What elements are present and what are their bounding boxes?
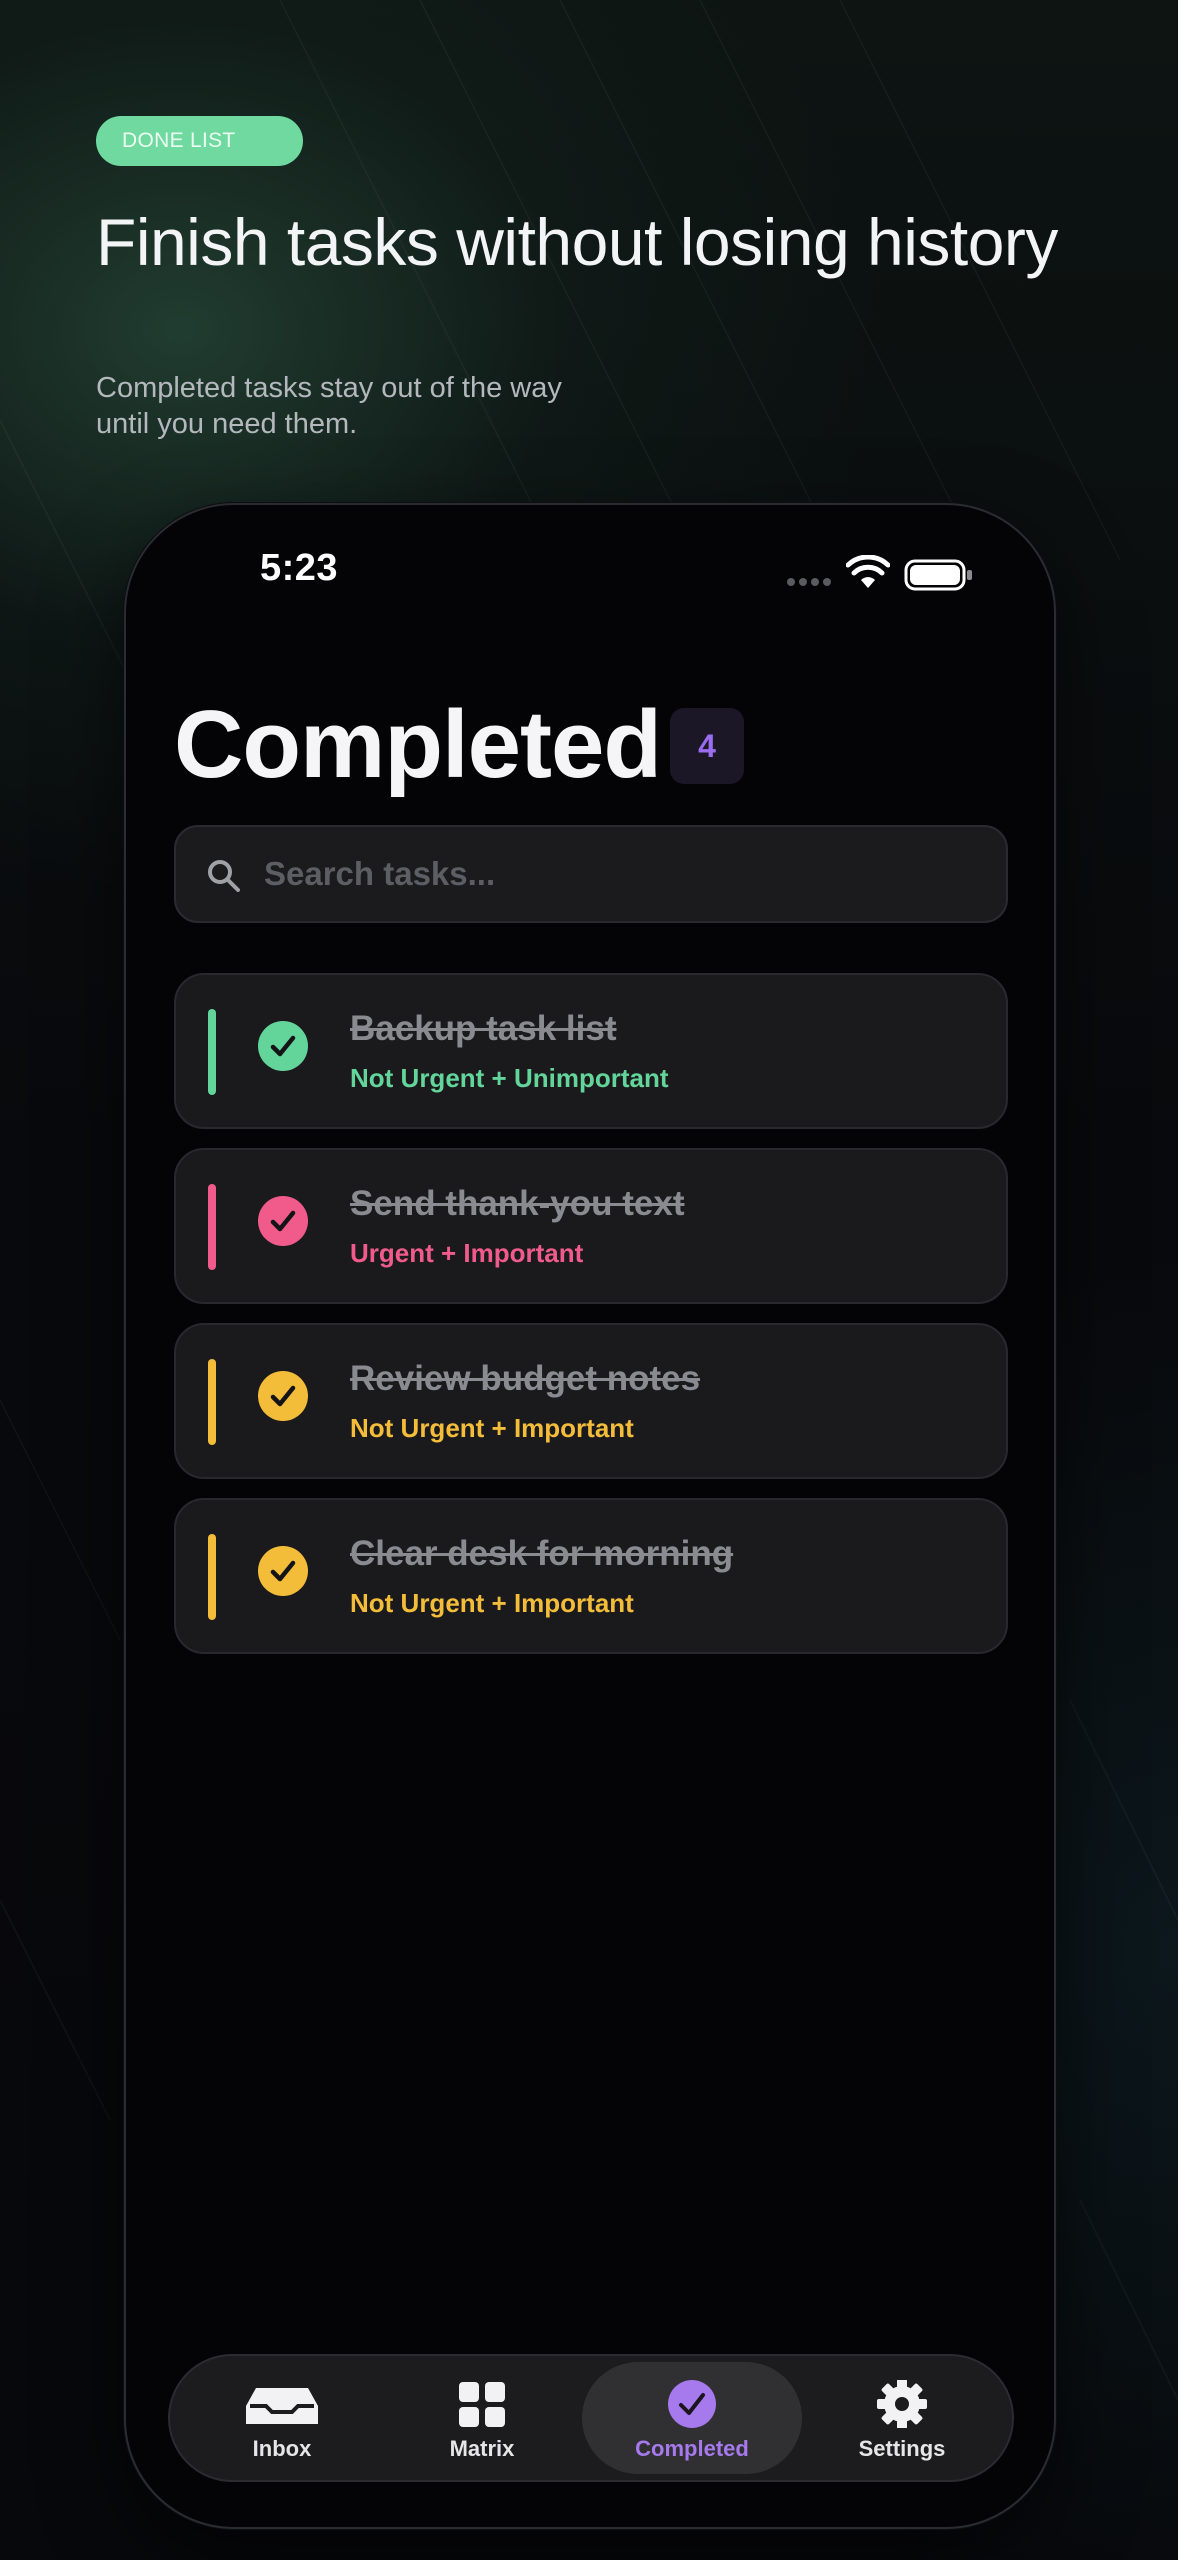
tab-matrix[interactable]: Matrix <box>372 2362 592 2474</box>
completed-check-icon[interactable] <box>258 1021 308 1071</box>
priority-bar <box>208 1534 216 1620</box>
task-quadrant-label: Not Urgent + Unimportant <box>350 1063 669 1093</box>
tab-label: Matrix <box>449 2436 515 2461</box>
search-icon <box>208 860 240 892</box>
hero-headline: Finish tasks without losing history <box>96 205 1058 279</box>
hero-subtext: Completed tasks stay out of the way unti… <box>96 370 616 442</box>
completed-check-icon[interactable] <box>258 1196 308 1246</box>
status-time: 5:23 <box>260 547 339 589</box>
tab-label: Completed <box>635 2436 749 2461</box>
hero-subtext-line-2: until you need them. <box>96 408 358 440</box>
signal-dots-icon <box>787 578 831 586</box>
battery-icon <box>904 559 972 591</box>
task-title: Review budget notes <box>350 1359 701 1398</box>
task-title: Backup task list <box>350 1009 617 1048</box>
check-circle-icon <box>668 2380 716 2428</box>
tab-completed[interactable]: Completed <box>582 2362 802 2474</box>
hero-subtext-line-1: Completed tasks stay out of the way <box>96 372 562 404</box>
task-quadrant-label: Urgent + Important <box>350 1238 584 1268</box>
completed-count-badge: 4 <box>670 708 744 784</box>
phone-frame: 5:23 Completed 4 Search tasks... Backup … <box>124 503 1056 2529</box>
wifi-icon <box>846 555 890 588</box>
completed-check-icon[interactable] <box>258 1371 308 1421</box>
task-quadrant-label: Not Urgent + Important <box>350 1588 634 1618</box>
inbox-icon <box>246 2388 318 2424</box>
task-card[interactable]: Clear desk for morning Not Urgent + Impo… <box>174 1498 1008 1654</box>
tab-label: Settings <box>858 2436 946 2461</box>
task-card[interactable]: Send thank-you text Urgent + Important <box>174 1148 1008 1304</box>
task-title: Send thank-you text <box>350 1184 685 1223</box>
completed-check-icon[interactable] <box>258 1546 308 1596</box>
done-list-tag: DONE LIST <box>96 116 303 166</box>
task-card[interactable]: Backup task list Not Urgent + Unimportan… <box>174 973 1008 1129</box>
tab-label: Inbox <box>252 2436 312 2461</box>
search-bar[interactable] <box>174 825 1008 923</box>
priority-bar <box>208 1009 216 1095</box>
gear-icon <box>877 2380 927 2428</box>
promo-canvas: DONE LIST Finish tasks without losing hi… <box>0 0 1178 2560</box>
priority-bar <box>208 1184 216 1270</box>
task-quadrant-label: Not Urgent + Important <box>350 1413 634 1443</box>
page-title: Completed <box>174 691 662 798</box>
tab-settings[interactable]: Settings <box>792 2362 1012 2474</box>
bottom-tab-bar: Inbox Matrix Completed Settings <box>168 2354 1014 2482</box>
task-title: Clear desk for morning <box>350 1534 734 1573</box>
task-card[interactable]: Review budget notes Not Urgent + Importa… <box>174 1323 1008 1479</box>
tab-inbox[interactable]: Inbox <box>172 2362 392 2474</box>
grid-icon <box>459 2382 505 2427</box>
priority-bar <box>208 1359 216 1445</box>
search-input[interactable] <box>264 849 964 899</box>
